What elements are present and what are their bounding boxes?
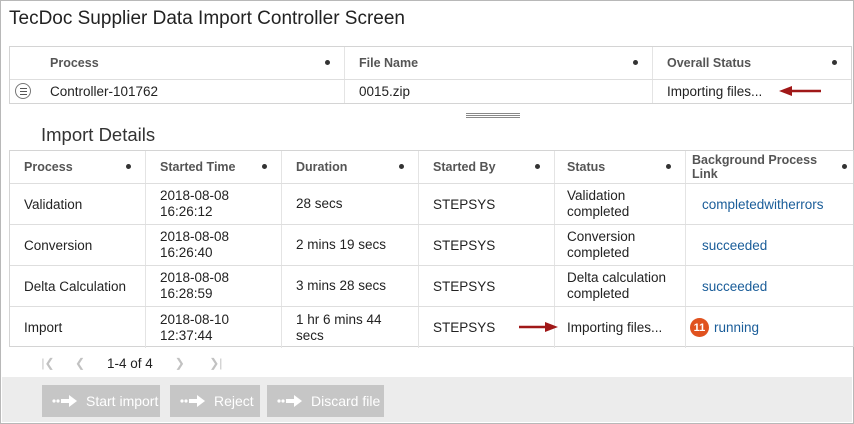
import-details-table: Process Started Time Duration Started By… bbox=[9, 150, 854, 348]
table-row[interactable]: Delta Calculation 2018-08-08 16:28:59 3 m… bbox=[10, 266, 853, 307]
next-page-icon[interactable]: ❯ bbox=[171, 356, 189, 370]
column-header-background-process-link[interactable]: Background Process Link bbox=[686, 151, 853, 183]
annotation-arrow-icon bbox=[779, 86, 821, 96]
table-row[interactable]: Import 2018-08-10 12:37:44 1 hr 6 mins 44… bbox=[10, 307, 853, 348]
background-process-link[interactable]: succeeded bbox=[702, 238, 767, 253]
controller-table: Process File Name Overall Status Control… bbox=[9, 46, 852, 104]
column-options-icon[interactable] bbox=[399, 164, 404, 169]
column-options-icon[interactable] bbox=[633, 60, 638, 65]
details-header-row: Process Started Time Duration Started By… bbox=[10, 151, 853, 184]
pagination: |❮ ❮ 1-4 of 4 ❯ ❯| bbox=[39, 353, 243, 373]
row-process: Conversion bbox=[24, 237, 93, 253]
column-options-icon[interactable] bbox=[666, 164, 671, 169]
row-duration: 3 mins 28 secs bbox=[296, 278, 387, 293]
arrow-right-icon bbox=[52, 395, 77, 407]
arrow-right-icon bbox=[180, 395, 205, 407]
start-import-button[interactable]: Start import bbox=[42, 385, 160, 417]
table-row[interactable]: Conversion 2018-08-08 16:26:40 2 mins 19 … bbox=[10, 225, 853, 266]
column-options-icon[interactable] bbox=[832, 60, 837, 65]
column-header-process[interactable]: Process bbox=[10, 47, 345, 79]
column-header-status[interactable]: Status bbox=[555, 151, 686, 183]
column-header-started-by[interactable]: Started By bbox=[419, 151, 555, 183]
row-started-clock: 16:26:40 bbox=[160, 245, 213, 260]
column-header-started-time[interactable]: Started Time bbox=[146, 151, 282, 183]
row-duration: 1 hr 6 mins 44 bbox=[296, 311, 382, 327]
last-page-icon[interactable]: ❯| bbox=[207, 356, 225, 370]
controller-file-name: 0015.zip bbox=[359, 84, 411, 99]
row-started-date: 2018-08-08 bbox=[160, 270, 230, 285]
row-started-by: STEPSYS bbox=[433, 320, 496, 335]
row-started-by: STEPSYS bbox=[433, 278, 496, 294]
controller-header-row: Process File Name Overall Status bbox=[10, 47, 851, 80]
panel-splitter-handle[interactable] bbox=[466, 113, 520, 118]
controller-overall-status: Importing files... bbox=[667, 84, 763, 99]
arrow-right-icon bbox=[277, 395, 302, 407]
discard-file-button[interactable]: Discard file bbox=[267, 385, 384, 417]
notification-badge: 11 bbox=[690, 318, 709, 337]
row-duration: 28 secs bbox=[296, 196, 343, 211]
column-header-overall-status[interactable]: Overall Status bbox=[653, 47, 851, 79]
prev-page-icon[interactable]: ❮ bbox=[71, 356, 89, 370]
row-menu-icon[interactable] bbox=[15, 83, 31, 99]
row-started-by: STEPSYS bbox=[433, 237, 496, 253]
row-duration: 2 mins 19 secs bbox=[296, 237, 387, 252]
import-details-title: Import Details bbox=[41, 124, 156, 145]
column-header-process[interactable]: Process bbox=[10, 151, 146, 183]
row-process: Delta Calculation bbox=[24, 278, 127, 294]
row-status: Validation bbox=[567, 188, 626, 203]
column-options-icon[interactable] bbox=[842, 164, 847, 169]
column-header-file-name[interactable]: File Name bbox=[345, 47, 653, 79]
annotation-arrow-icon bbox=[519, 322, 558, 332]
page-range: 1-4 of 4 bbox=[107, 355, 153, 371]
controller-process: Controller-101762 bbox=[50, 84, 159, 99]
background-process-link[interactable]: completedwitherrors bbox=[702, 197, 824, 212]
row-status: Delta calculation bbox=[567, 270, 667, 285]
row-started-clock: 16:26:12 bbox=[160, 204, 213, 219]
row-process: Import bbox=[24, 320, 63, 335]
controller-row[interactable]: Controller-101762 0015.zip Importing fil… bbox=[10, 80, 851, 103]
row-started-date: 2018-08-10 bbox=[160, 311, 230, 327]
background-process-link[interactable]: running bbox=[714, 320, 759, 335]
column-options-icon[interactable] bbox=[535, 164, 540, 169]
row-status: Importing files... bbox=[567, 319, 663, 335]
row-started-date: 2018-08-08 bbox=[160, 188, 230, 203]
column-options-icon[interactable] bbox=[126, 164, 131, 169]
background-process-link[interactable]: succeeded bbox=[702, 279, 767, 294]
row-started-clock: 12:37:44 bbox=[160, 327, 213, 343]
row-started-by: STEPSYS bbox=[433, 196, 496, 212]
row-started-date: 2018-08-08 bbox=[160, 229, 230, 244]
page-title: TecDoc Supplier Data Import Controller S… bbox=[9, 8, 406, 29]
first-page-icon[interactable]: |❮ bbox=[39, 356, 57, 370]
row-started-clock: 16:28:59 bbox=[160, 286, 213, 301]
column-options-icon[interactable] bbox=[262, 164, 267, 169]
column-options-icon[interactable] bbox=[325, 60, 330, 65]
table-row[interactable]: Validation 2018-08-08 16:26:12 28 secs ST… bbox=[10, 184, 853, 225]
action-bar: Start import Reject Discard file bbox=[2, 377, 852, 422]
row-process: Validation bbox=[24, 196, 83, 212]
reject-button[interactable]: Reject bbox=[170, 385, 260, 417]
column-header-duration[interactable]: Duration bbox=[282, 151, 419, 183]
row-status: Conversion bbox=[567, 229, 636, 244]
